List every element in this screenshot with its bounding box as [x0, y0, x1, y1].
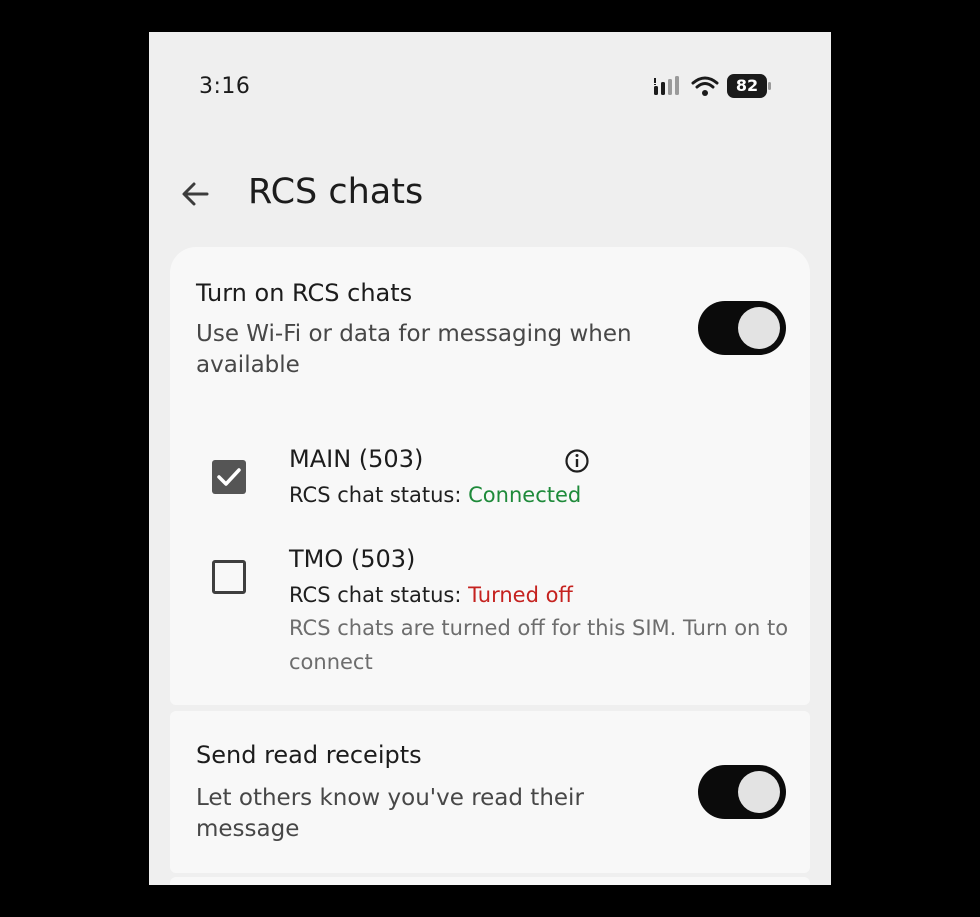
sim-main-name: MAIN (503): [289, 445, 424, 473]
next-settings-card: [170, 877, 810, 885]
status-icons: 82: [653, 74, 773, 98]
rcs-toggle-title[interactable]: Turn on RCS chats: [196, 279, 412, 307]
app-bar: RCS chats: [149, 152, 831, 232]
status-time: 3:16: [199, 74, 251, 99]
battery-indicator: 82: [727, 74, 773, 98]
info-icon: [565, 449, 589, 473]
sim-main-checkbox[interactable]: [212, 460, 246, 494]
rcs-toggle-switch[interactable]: [698, 301, 786, 355]
read-receipts-title[interactable]: Send read receipts: [196, 741, 422, 769]
rcs-toggle-description: Use Wi-Fi or data for messaging when ava…: [196, 321, 632, 378]
toggle-knob: [738, 771, 780, 813]
toggle-knob: [738, 307, 780, 349]
sim-row-tmo[interactable]: TMO (503) RCS chat status: Turned off RC…: [170, 543, 810, 683]
sim-main-status: RCS chat status: Connected: [289, 483, 581, 507]
sim-tmo-checkbox[interactable]: [212, 560, 246, 594]
wifi-icon: [691, 76, 719, 96]
back-button[interactable]: [171, 170, 219, 218]
read-receipts-toggle-switch[interactable]: [698, 765, 786, 819]
sim-tmo-status: RCS chat status: Turned off: [289, 583, 573, 607]
sim-tmo-name: TMO (503): [289, 545, 416, 573]
battery-level: 82: [735, 76, 759, 95]
phone-screen: 3:16 82 RCS chats Turn on RCS chats Use …: [149, 32, 831, 885]
sim-row-main[interactable]: MAIN (503) RCS chat status: Connected: [170, 443, 810, 513]
sim-tmo-status-value: Turned off: [468, 583, 573, 607]
read-receipts-description: Let others know you've read their messag…: [196, 785, 584, 842]
sim-tmo-note: RCS chats are turned off for this SIM. T…: [289, 616, 789, 674]
read-receipts-card: Send read receipts Let others know you'v…: [170, 711, 810, 873]
arrow-back-icon: [182, 182, 209, 206]
checkmark-icon: [217, 468, 241, 486]
status-bar: 3:16 82: [149, 32, 831, 142]
rcs-settings-card: Turn on RCS chats Use Wi-Fi or data for …: [170, 247, 810, 705]
sim-main-status-label: RCS chat status:: [289, 483, 469, 507]
sim-tmo-status-label: RCS chat status:: [289, 583, 469, 607]
sim-main-status-value: Connected: [468, 483, 582, 507]
signal-icon: [654, 76, 679, 95]
info-button[interactable]: [563, 447, 591, 475]
page-title: RCS chats: [248, 172, 424, 212]
